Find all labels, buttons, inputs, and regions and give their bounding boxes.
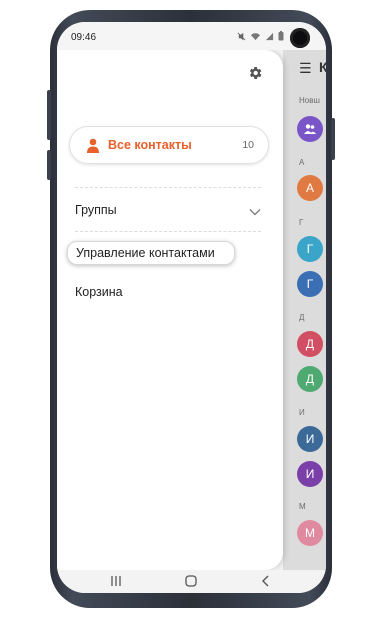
front-camera: [290, 28, 310, 48]
manage-contacts-item[interactable]: Управление контактами: [67, 241, 235, 265]
status-icons: [237, 31, 284, 41]
trash-item[interactable]: Корзина: [75, 285, 123, 299]
mute-icon: [237, 32, 246, 40]
contact-avatar[interactable]: А: [297, 175, 323, 201]
chevron-down-icon[interactable]: [249, 208, 261, 216]
groups-item[interactable]: Группы: [75, 203, 117, 217]
navigation-drawer: Все контакты 10 Группы Управление контак…: [57, 50, 283, 570]
section-letter: И: [299, 408, 305, 417]
status-bar: 09:46: [57, 22, 326, 50]
section-new: Новш: [299, 96, 320, 105]
section-letter: А: [299, 158, 305, 167]
contact-avatar[interactable]: Г: [297, 271, 323, 297]
section-letter: М: [299, 502, 306, 511]
bixby-button: [47, 150, 51, 180]
section-letter: Д: [299, 313, 305, 322]
divider: [75, 231, 261, 232]
battery-icon: [278, 31, 284, 41]
system-nav-bar: [57, 570, 326, 593]
hamburger-menu-icon[interactable]: ☰: [299, 60, 312, 77]
contact-avatar[interactable]: Д: [297, 331, 323, 357]
power-button: [331, 118, 335, 160]
back-icon[interactable]: [257, 573, 275, 589]
contacts-title: К: [319, 59, 326, 75]
divider: [75, 187, 261, 188]
wifi-icon: [251, 32, 260, 40]
contact-avatar[interactable]: И: [297, 461, 323, 487]
person-icon: [87, 138, 99, 153]
contacts-list-background: ☰ К Новш А А Г Г Г Д Д Д И И И М М: [283, 50, 326, 570]
contact-avatar[interactable]: И: [297, 426, 323, 452]
volume-button: [47, 90, 51, 140]
contact-avatar[interactable]: Г: [297, 236, 323, 262]
recents-icon[interactable]: [107, 573, 125, 589]
contact-avatar[interactable]: М: [297, 520, 323, 546]
group-avatar[interactable]: [297, 116, 323, 142]
group-icon: [304, 124, 316, 134]
status-time: 09:46: [71, 32, 97, 43]
all-contacts-label: Все контакты: [108, 138, 192, 152]
contacts-topbar: ☰ К: [283, 50, 326, 86]
phone-screen: 09:46 ☰ К Новш А А Г Г Г Д Д Д И И И М М…: [57, 22, 326, 593]
all-contacts-button[interactable]: Все контакты 10: [69, 126, 269, 164]
contact-avatar[interactable]: Д: [297, 366, 323, 392]
gear-icon[interactable]: [247, 65, 263, 81]
all-contacts-count: 10: [242, 139, 254, 151]
home-icon[interactable]: [182, 573, 200, 589]
signal-icon: [265, 32, 274, 40]
section-letter: Г: [299, 218, 304, 227]
manage-contacts-label: Управление контактами: [76, 246, 215, 260]
